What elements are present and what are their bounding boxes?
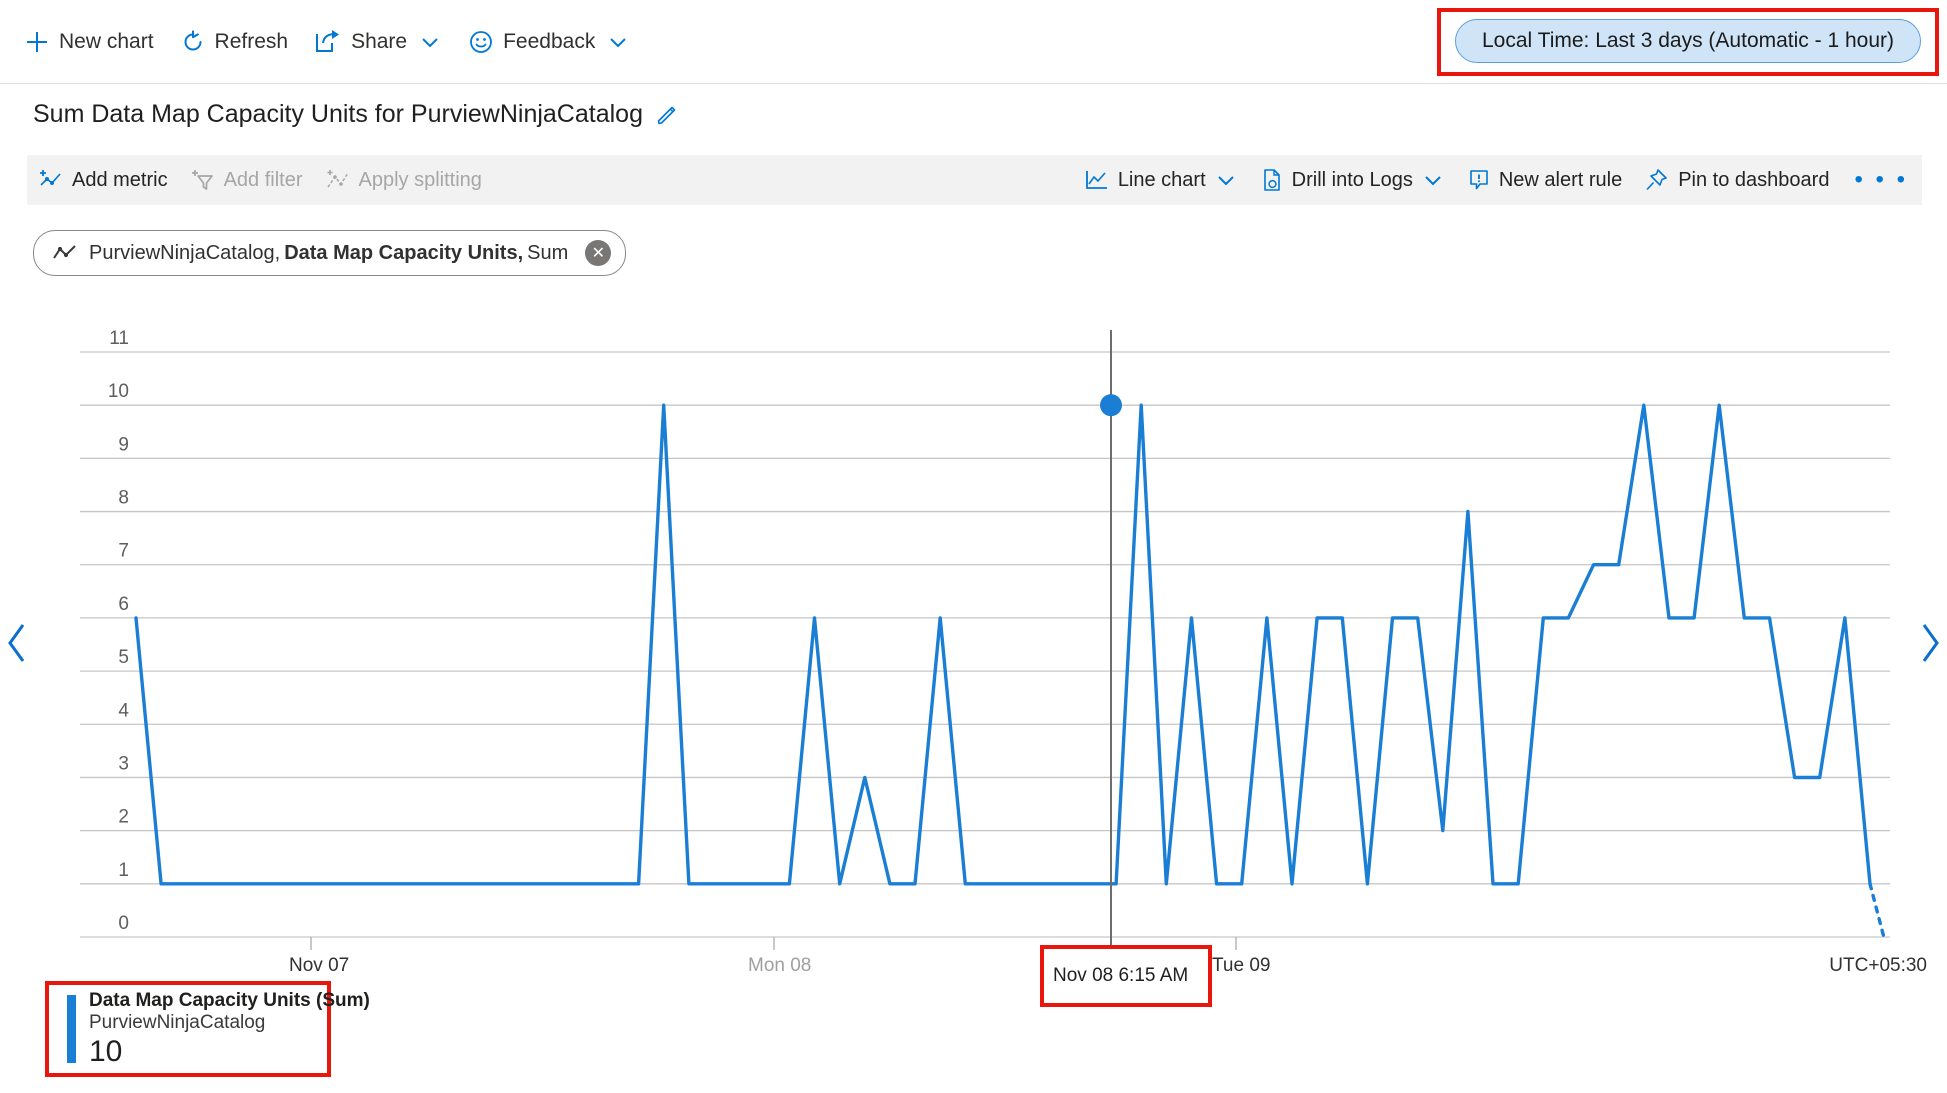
chart-toolbar: Add metric Add filter Apply splitting Li…	[27, 155, 1922, 205]
metric-line-icon	[52, 244, 78, 262]
series-trailing-dashed	[1868, 882, 1886, 939]
new-chart-label: New chart	[59, 29, 154, 53]
tooltip-time-annotation: Nov 08 6:15 AM	[1040, 945, 1212, 1007]
top-command-bar: New chart Refresh Share Feedback Local T…	[0, 0, 1947, 84]
pin-to-dashboard-button[interactable]: Pin to dashboard	[1633, 163, 1840, 197]
drill-into-logs-label: Drill into Logs	[1291, 168, 1413, 191]
highlighted-data-point[interactable]	[1100, 394, 1122, 417]
metric-chip[interactable]: PurviewNinjaCatalog, Data Map Capacity U…	[33, 230, 627, 276]
plus-icon	[24, 29, 50, 55]
time-range-picker[interactable]: Local Time: Last 3 days (Automatic - 1 h…	[1454, 18, 1921, 63]
chevron-down-icon[interactable]	[1421, 168, 1445, 192]
chevron-down-icon[interactable]	[606, 30, 630, 54]
y-axis-tick-label: 2	[118, 807, 129, 828]
y-axis-tick-label: 9	[118, 434, 129, 455]
y-axis-tick-label: 0	[118, 913, 129, 934]
timezone-label: UTC+05:30	[1829, 955, 1927, 976]
apply-splitting-icon	[325, 168, 351, 192]
line-chart-label: Line chart	[1117, 168, 1206, 191]
add-filter-label: Add filter	[223, 168, 303, 191]
refresh-button[interactable]: Refresh	[170, 23, 299, 61]
chevron-left-icon[interactable]	[4, 620, 30, 666]
y-axis-tick-label: 8	[118, 488, 129, 509]
new-alert-rule-label: New alert rule	[1498, 168, 1623, 191]
add-metric-label: Add metric	[72, 168, 168, 191]
top-command-group: New chart Refresh Share Feedback	[0, 23, 640, 61]
refresh-icon	[180, 29, 206, 55]
time-range-annotation: Local Time: Last 3 days (Automatic - 1 h…	[1437, 8, 1939, 76]
page-title: Sum Data Map Capacity Units for PurviewN…	[33, 100, 643, 128]
chart-title-row: Sum Data Map Capacity Units for PurviewN…	[33, 100, 679, 129]
metric-chip-aggregation: Sum	[527, 241, 569, 264]
add-filter-icon	[190, 168, 216, 192]
chevron-down-icon[interactable]	[1214, 168, 1238, 192]
refresh-label: Refresh	[214, 29, 289, 53]
add-filter-button[interactable]: Add filter	[179, 163, 314, 197]
chevron-right-icon[interactable]	[1917, 620, 1943, 666]
y-axis-tick-label: 4	[118, 700, 129, 721]
feedback-label: Feedback	[503, 29, 596, 53]
metric-chip-resource: PurviewNinjaCatalog,	[89, 241, 281, 264]
smiley-icon	[468, 29, 494, 55]
pencil-icon[interactable]	[655, 103, 679, 127]
y-axis-tick-label: 5	[118, 647, 129, 668]
apply-splitting-button[interactable]: Apply splitting	[314, 163, 493, 197]
apply-splitting-label: Apply splitting	[358, 168, 482, 191]
feedback-button[interactable]: Feedback	[458, 23, 640, 61]
add-metric-button[interactable]: Add metric	[27, 163, 179, 197]
legend-subtitle: PurviewNinjaCatalog	[89, 1012, 266, 1034]
legend-value: 10	[89, 1035, 123, 1069]
new-alert-rule-button[interactable]: New alert rule	[1456, 163, 1633, 197]
legend-title: Data Map Capacity Units (Sum)	[89, 990, 370, 1012]
y-axis-tick-label: 7	[118, 541, 129, 562]
line-chart-button[interactable]: Line chart	[1073, 163, 1249, 197]
add-metric-icon	[38, 168, 64, 192]
y-axis-tick-label: 10	[108, 381, 129, 402]
new-chart-button[interactable]: New chart	[14, 23, 164, 61]
pin-icon	[1644, 168, 1670, 192]
legend-text-group: Data Map Capacity Units (Sum) PurviewNin…	[89, 990, 370, 1067]
y-axis-tick-label: 11	[109, 328, 129, 349]
drill-logs-icon	[1260, 168, 1284, 192]
share-icon	[314, 29, 342, 55]
y-axis-tick-label: 6	[118, 594, 129, 615]
pin-to-dashboard-label: Pin to dashboard	[1678, 168, 1830, 191]
series-line	[134, 403, 1872, 886]
line-chart-icon	[1084, 168, 1110, 192]
alert-rule-icon	[1467, 168, 1491, 192]
tooltip-time-label: Nov 08 6:15 AM	[1053, 965, 1189, 986]
share-label: Share	[351, 29, 408, 53]
share-button[interactable]: Share	[304, 23, 452, 61]
x-axis-tick-label: Mon 08	[748, 955, 812, 976]
more-options-button[interactable]: • • •	[1840, 163, 1922, 197]
chevron-down-icon[interactable]	[418, 30, 442, 54]
close-icon[interactable]: ✕	[585, 240, 612, 266]
y-axis-tick-label: 1	[118, 860, 129, 881]
legend-color-swatch	[67, 995, 76, 1063]
drill-into-logs-button[interactable]: Drill into Logs	[1249, 163, 1456, 197]
x-axis-tick-label: Tue 09	[1212, 955, 1271, 976]
metric-chip-metric: Data Map Capacity Units,	[284, 241, 524, 264]
chart-legend-annotation: Data Map Capacity Units (Sum) PurviewNin…	[45, 981, 370, 1077]
chart-toolbar-right-group: Line chart Drill into Logs New alert rul…	[1073, 163, 1922, 197]
y-axis-tick-label: 3	[118, 753, 129, 774]
x-axis-tick-label: Nov 07	[289, 955, 350, 976]
